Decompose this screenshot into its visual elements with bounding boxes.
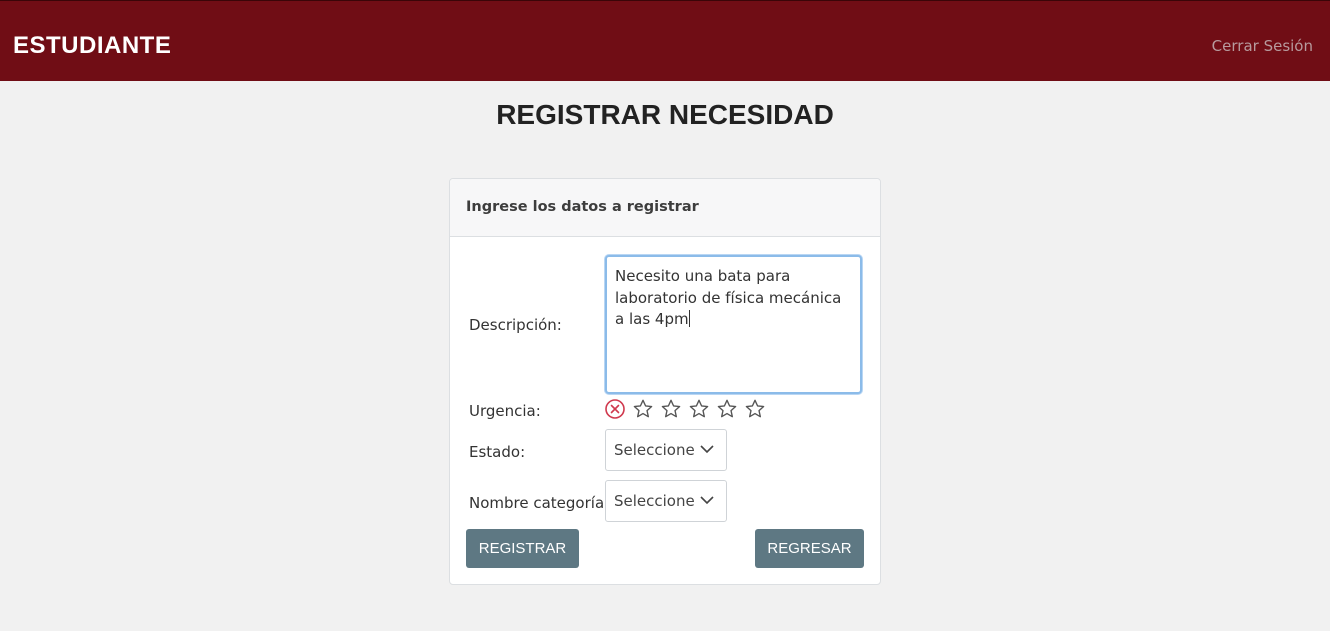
register-button[interactable]: REGISTRAR [466, 529, 579, 568]
star-icon[interactable] [632, 398, 654, 420]
back-button[interactable]: REGRESAR [755, 529, 864, 568]
description-label: Descripción: [469, 316, 562, 334]
page-title: REGISTRAR NECESIDAD [496, 99, 834, 130]
logout-link[interactable]: Cerrar Sesión [1212, 37, 1313, 55]
star-icon[interactable] [744, 398, 766, 420]
chevron-down-icon [700, 445, 714, 454]
register-form-card: Ingrese los datos a registrar Descripció… [449, 178, 881, 585]
text-caret [688, 310, 690, 327]
star-icon[interactable] [660, 398, 682, 420]
status-label: Estado: [469, 443, 526, 461]
category-selected-value: Seleccione [614, 492, 695, 510]
chevron-down-icon [700, 496, 714, 505]
x-circle-icon[interactable] [604, 398, 626, 420]
star-icon[interactable] [716, 398, 738, 420]
urgency-label: Urgencia: [469, 402, 541, 420]
description-text: Necesito una bata para laboratorio de fí… [615, 267, 842, 328]
urgency-rating [604, 398, 766, 420]
card-header: Ingrese los datos a registrar [450, 179, 880, 237]
category-select[interactable]: Seleccione [605, 480, 727, 522]
status-selected-value: Seleccione [614, 441, 695, 459]
top-navbar: ESTUDIANTE Cerrar Sesión [0, 0, 1330, 81]
star-icon[interactable] [688, 398, 710, 420]
navbar-brand: ESTUDIANTE [13, 32, 172, 59]
description-textarea[interactable]: Necesito una bata para laboratorio de fí… [605, 255, 862, 394]
category-label: Nombre categoría: [469, 494, 610, 512]
status-select[interactable]: Seleccione [605, 429, 727, 471]
